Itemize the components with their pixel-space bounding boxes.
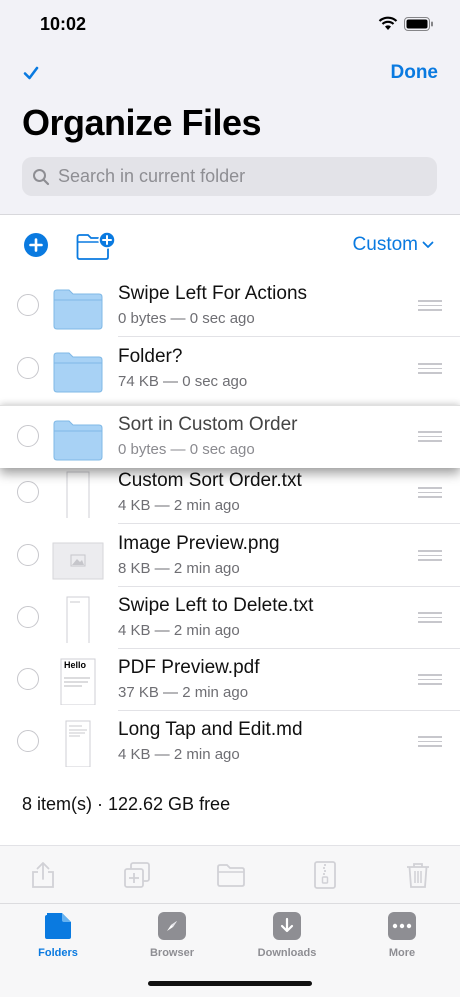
file-name: Sort in Custom Order [118, 414, 298, 435]
select-circle[interactable] [17, 730, 39, 752]
header: Done Organize Files [0, 50, 460, 215]
file-meta: 4 KB — 2 min ago [118, 497, 240, 514]
storage-summary: 8 item(s) · 122.62 GB free [22, 794, 231, 814]
select-circle[interactable] [17, 544, 39, 566]
select-circle[interactable] [17, 294, 39, 316]
drag-handle-icon[interactable] [418, 736, 442, 748]
sort-custom-button[interactable]: Custom [353, 234, 434, 256]
file-toolbar: Custom [0, 215, 460, 275]
search-input[interactable] [56, 165, 420, 188]
select-circle[interactable] [17, 481, 39, 503]
image-file-icon [52, 542, 104, 580]
file-name: PDF Preview.pdf [118, 657, 260, 678]
drag-handle-icon[interactable] [418, 300, 442, 312]
done-button[interactable]: Done [391, 62, 439, 84]
drag-handle-icon[interactable] [418, 363, 442, 375]
file-row[interactable]: Long Tap and Edit.md 4 KB — 2 min ago [0, 711, 460, 773]
file-meta: 0 bytes — 0 sec ago [118, 441, 255, 458]
folder-icon [44, 912, 72, 940]
pdf-preview-text: Hello [64, 660, 87, 670]
new-folder-icon[interactable] [76, 231, 116, 261]
compass-icon [158, 912, 186, 940]
drag-handle-icon[interactable] [418, 674, 442, 686]
select-circle[interactable] [17, 668, 39, 690]
file-name: Image Preview.png [118, 533, 280, 554]
duplicate-icon[interactable] [122, 860, 152, 890]
trash-icon[interactable] [403, 860, 433, 890]
tab-label: More [388, 947, 416, 959]
tab-downloads[interactable]: Downloads [247, 912, 327, 959]
search-bar[interactable] [22, 157, 437, 196]
battery-icon [404, 16, 433, 31]
file-name: Long Tap and Edit.md [118, 719, 303, 740]
move-folder-icon[interactable] [216, 860, 246, 890]
search-icon [33, 168, 50, 185]
status-time: 10:02 [40, 14, 87, 34]
more-icon [388, 912, 416, 940]
file-row[interactable]: Hello PDF Preview.pdf 37 KB — 2 min ago [0, 649, 460, 711]
download-icon [273, 912, 301, 940]
drag-handle-icon[interactable] [418, 612, 442, 624]
file-meta: 37 KB — 2 min ago [118, 684, 249, 701]
text-file-icon [66, 596, 90, 643]
checkmark-icon[interactable] [22, 64, 40, 82]
file-row[interactable]: Swipe Left to Delete.txt 4 KB — 2 min ag… [0, 587, 460, 649]
tab-label: Browser [149, 947, 195, 959]
file-row[interactable]: Custom Sort Order.txt 4 KB — 2 min ago [0, 462, 460, 524]
file-row[interactable]: Swipe Left For Actions 0 bytes — 0 sec a… [0, 275, 460, 337]
drag-handle-icon[interactable] [418, 431, 442, 443]
folder-icon [53, 420, 103, 461]
tab-folders[interactable]: Folders [18, 912, 98, 959]
row-separator [118, 523, 460, 524]
sort-label: Custom [352, 234, 418, 255]
tab-more[interactable]: More [362, 912, 442, 959]
file-name: Folder? [118, 346, 183, 367]
file-row-dragging[interactable]: Sort in Custom Order 0 bytes — 0 sec ago [0, 405, 460, 468]
home-indicator [148, 981, 312, 986]
folder-icon [53, 352, 103, 393]
file-row[interactable]: Image Preview.png 8 KB — 2 min ago [0, 525, 460, 587]
row-separator [118, 336, 460, 337]
select-circle[interactable] [17, 606, 39, 628]
compress-icon[interactable] [310, 860, 340, 890]
file-meta: 74 KB — 0 sec ago [118, 373, 248, 390]
file-row[interactable]: Folder? 74 KB — 0 sec ago [0, 338, 460, 400]
markdown-file-icon [65, 720, 91, 767]
drag-handle-icon[interactable] [418, 487, 442, 499]
select-circle[interactable] [17, 425, 39, 447]
share-icon[interactable] [28, 860, 58, 890]
chevron-down-icon [422, 241, 434, 248]
add-circle-icon[interactable] [24, 233, 48, 257]
select-circle[interactable] [17, 357, 39, 379]
file-meta: 8 KB — 2 min ago [118, 560, 240, 577]
tab-label: Downloads [257, 947, 317, 959]
status-icons [378, 16, 434, 31]
file-meta: 0 bytes — 0 sec ago [118, 310, 255, 327]
file-name: Swipe Left For Actions [118, 283, 308, 304]
page-title: Organize Files [22, 102, 262, 143]
drag-handle-icon[interactable] [418, 550, 442, 562]
file-meta: 4 KB — 2 min ago [118, 622, 240, 639]
tab-label: Folders [38, 947, 78, 959]
status-bar: 10:02 [0, 0, 460, 50]
wifi-icon [378, 16, 398, 30]
tab-browser[interactable]: Browser [132, 912, 212, 959]
action-bar [0, 845, 460, 904]
file-name: Custom Sort Order.txt [118, 470, 302, 491]
text-file-icon [66, 471, 90, 518]
folder-icon [53, 289, 103, 330]
file-meta: 4 KB — 2 min ago [118, 746, 240, 763]
file-name: Swipe Left to Delete.txt [118, 595, 314, 616]
